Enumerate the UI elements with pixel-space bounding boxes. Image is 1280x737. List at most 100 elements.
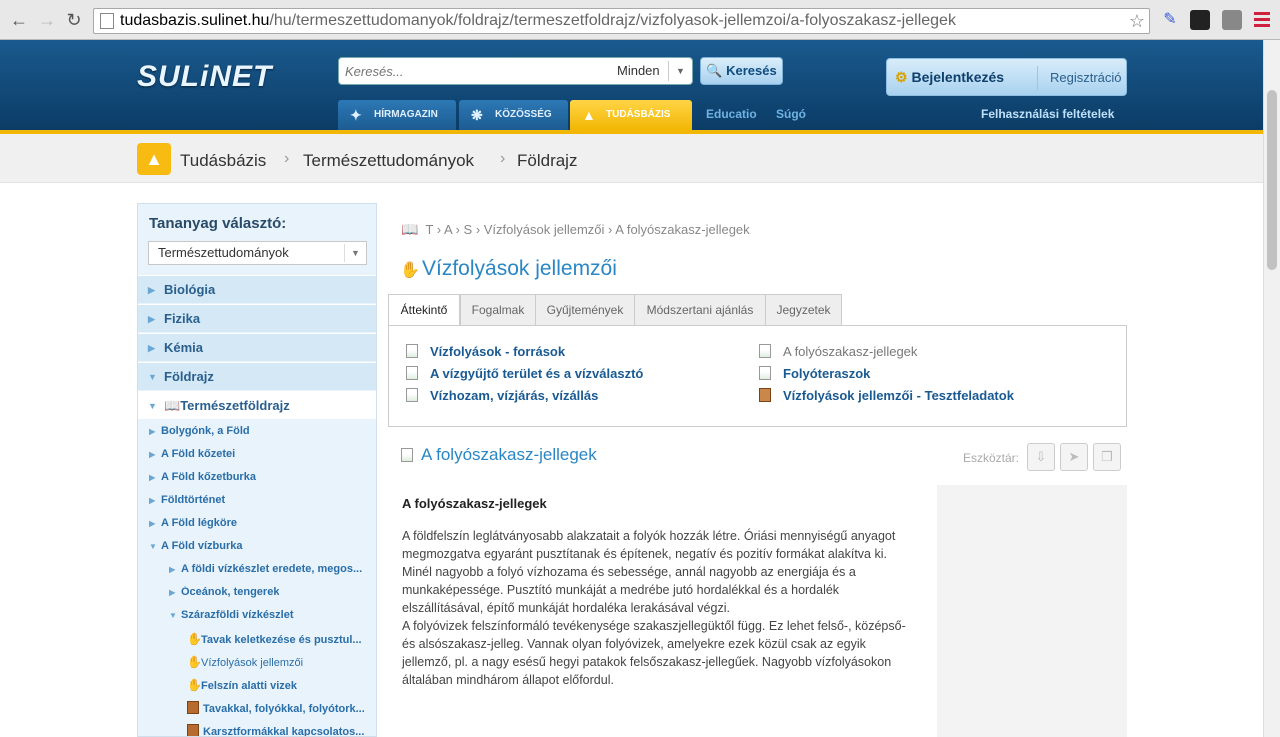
register-link[interactable]: Regisztráció bbox=[1050, 70, 1122, 85]
article-body: A folyószakasz-jellegek A földfelszín le… bbox=[402, 495, 907, 689]
page-title-text: Vízfolyások jellemzői bbox=[422, 257, 617, 280]
chevron-down-icon[interactable]: ▼ bbox=[344, 244, 366, 262]
triangle-right-icon: ▶ bbox=[148, 314, 155, 324]
content-crumb[interactable]: S bbox=[464, 222, 473, 237]
toolbar-label: Eszköztár: bbox=[963, 451, 1020, 465]
chevron-down-icon[interactable]: ▼ bbox=[668, 61, 692, 81]
lesson-link[interactable]: Vízfolyások jellemzői - Tesztfeladatok bbox=[759, 388, 1014, 403]
sidebar-item-termeszetfoldrajz[interactable]: ▼ 📖Természetföldrajz bbox=[138, 391, 376, 419]
tab-kozosseg-label: KÖZÖSSÉG bbox=[495, 109, 552, 120]
side-panel bbox=[937, 485, 1127, 737]
sidebar-item-oceanok[interactable]: ▶ Óceánok, tengerek bbox=[169, 586, 279, 598]
tab-modszertani[interactable]: Módszertani ajánlás bbox=[634, 294, 766, 326]
address-bar[interactable]: tudasbazis.sulinet.hu/hu/termeszettudoma… bbox=[93, 8, 1150, 34]
bookmark-star-icon[interactable]: ☆ bbox=[1129, 9, 1145, 33]
sidebar-item-tavakkal[interactable]: Tavakkal, folyókkal, folyótork... bbox=[187, 701, 375, 715]
sidebar-item-kemia[interactable]: ▶ Kémia bbox=[138, 333, 376, 361]
breadcrumb-item-foldrajz[interactable]: Földrajz bbox=[517, 151, 577, 171]
sidebar-item-kozetburka[interactable]: ▶ A Föld kőzetburka bbox=[149, 471, 256, 483]
lesson-link[interactable]: Folyóteraszok bbox=[759, 366, 870, 381]
article-paragraph: A földfelszín leglátványosabb alakzatait… bbox=[402, 529, 896, 561]
article-title-text: A folyószakasz-jellegek bbox=[421, 445, 597, 464]
content-crumb[interactable]: T bbox=[425, 222, 433, 237]
sidebar-item-label: Biológia bbox=[164, 282, 216, 297]
key-icon: ⚙ bbox=[895, 69, 908, 85]
list-item: Karsztformákkal kapcsolatos... bbox=[203, 726, 365, 737]
page-title: ✋Vízfolyások jellemzői bbox=[400, 257, 617, 281]
sidebar-item-bolygonk[interactable]: ▶ Bolygónk, a Föld bbox=[149, 425, 250, 437]
triangle-right-icon: ▶ bbox=[148, 343, 155, 353]
article-heading: A folyószakasz-jellegek bbox=[402, 496, 547, 511]
terms-link[interactable]: Felhasználási feltételek bbox=[981, 107, 1114, 121]
list-item: A Föld kőzetburka bbox=[161, 471, 256, 483]
sidebar-item-foldtortenet[interactable]: ▶ Földtörténet bbox=[149, 494, 225, 506]
breadcrumb-item-tudasbazis[interactable]: Tudásbázis bbox=[180, 151, 266, 171]
search-scope-select[interactable]: Minden bbox=[617, 63, 660, 78]
sidebar-item-legkore[interactable]: ▶ A Föld légköre bbox=[149, 517, 237, 529]
sidebar-item-karszt[interactable]: Karsztformákkal kapcsolatos... bbox=[187, 724, 375, 737]
lesson-link[interactable]: A vízgyűjtő terület és a vízválasztó bbox=[406, 366, 643, 381]
browser-toolbar: ← → ↻ tudasbazis.sulinet.hu/hu/termeszet… bbox=[0, 0, 1280, 40]
lesson-link[interactable]: Vízfolyások - források bbox=[406, 344, 565, 359]
document-icon bbox=[406, 366, 418, 380]
sidebar-item-fizika[interactable]: ▶ Fizika bbox=[138, 304, 376, 332]
sidebar-item-kozetei[interactable]: ▶ A Föld kőzetei bbox=[149, 448, 235, 460]
triangle-right-icon: ▶ bbox=[148, 285, 155, 295]
login-button[interactable]: ⚙ Bejelentkezés bbox=[895, 69, 1004, 86]
login-box: ⚙ Bejelentkezés Regisztráció bbox=[886, 58, 1127, 96]
list-item: A Föld légköre bbox=[161, 517, 237, 529]
tab-tudasbazis[interactable]: ▲ TUDÁSBÁZIS bbox=[570, 100, 692, 130]
book-icon bbox=[759, 388, 771, 402]
magazin-icon: ✦ bbox=[350, 107, 362, 123]
tab-jegyzetek[interactable]: Jegyzetek bbox=[765, 294, 842, 326]
search-input[interactable] bbox=[345, 62, 595, 80]
sidebar: Tananyag választó: Természettudományok ▼… bbox=[137, 203, 377, 737]
sidebar-item-felszin-alatti[interactable]: ✋Felszín alatti vizek bbox=[187, 678, 375, 692]
breadcrumb-item-termeszettudomanyok[interactable]: Természettudományok bbox=[303, 151, 474, 171]
sulinet-logo[interactable]: SULiNET bbox=[137, 60, 272, 94]
sidebar-item-foldrajz[interactable]: ▼ Földrajz bbox=[138, 362, 376, 390]
nav-link-sugo[interactable]: Súgó bbox=[776, 107, 806, 121]
content-crumb[interactable]: A bbox=[444, 222, 452, 237]
extension-icon[interactable]: ✎ bbox=[1160, 10, 1180, 30]
forward-icon[interactable]: → bbox=[36, 9, 58, 31]
overview-panel: Vízfolyások - források A vízgyűjtő terül… bbox=[388, 325, 1127, 427]
page-scrollbar[interactable] bbox=[1263, 40, 1280, 737]
download-icon: ⇩ bbox=[1035, 449, 1047, 464]
tab-hirmagazin[interactable]: ✦ HÍRMAGAZIN bbox=[338, 100, 456, 130]
lesson-link-current: A folyószakasz-jellegek bbox=[759, 344, 917, 359]
extension-icon-3[interactable] bbox=[1222, 10, 1242, 30]
back-icon[interactable]: ← bbox=[8, 9, 30, 31]
scrollbar-thumb[interactable] bbox=[1267, 90, 1277, 270]
nav-link-educatio[interactable]: Educatio bbox=[706, 107, 757, 121]
tab-gyujtemenyek[interactable]: Gyűjtemények bbox=[535, 294, 635, 326]
url-host: tudasbazis.sulinet.hu bbox=[120, 12, 270, 29]
menu-icon[interactable] bbox=[1254, 12, 1270, 28]
content-breadcrumb: 📖 T › A › S › Vízfolyások jellemzői › A … bbox=[401, 221, 750, 237]
sidebar-item-vizburka[interactable]: ▼ A Föld vízburka bbox=[149, 540, 243, 552]
sidebar-item-szarazfoldi[interactable]: ▼ Szárazföldi vízkészlet bbox=[169, 609, 294, 621]
sidebar-item-tavak[interactable]: ✋Tavak keletkezése és pusztul... bbox=[187, 632, 375, 646]
lesson-link-label: Vízhozam, vízjárás, vízállás bbox=[430, 388, 599, 403]
tab-kozosseg[interactable]: ❋ KÖZÖSSÉG bbox=[459, 100, 568, 130]
sidebar-item-biologia[interactable]: ▶ Biológia bbox=[138, 275, 376, 303]
list-item: A földi vízkészlet eredete, megos... bbox=[181, 563, 363, 575]
sidebar-item-label: Fizika bbox=[164, 311, 201, 326]
extension-icon-2[interactable] bbox=[1190, 10, 1210, 30]
tab-tudasbazis-label: TUDÁSBÁZIS bbox=[606, 109, 671, 120]
triangle-down-icon: ▼ bbox=[169, 611, 177, 620]
subject-select[interactable]: Természettudományok ▼ bbox=[148, 241, 367, 265]
tab-fogalmak[interactable]: Fogalmak bbox=[460, 294, 536, 326]
content-crumb[interactable]: Vízfolyások jellemzői bbox=[484, 222, 605, 237]
search-button[interactable]: 🔍 Keresés bbox=[700, 57, 783, 85]
sidebar-item-vizfolyasok[interactable]: ✋Vízfolyások jellemzői bbox=[187, 655, 375, 669]
tab-attekinto[interactable]: Áttekintő bbox=[388, 294, 460, 326]
download-button[interactable]: ⇩ bbox=[1027, 443, 1055, 471]
bookmark-button[interactable]: ❒ bbox=[1093, 443, 1121, 471]
reload-icon[interactable]: ↻ bbox=[63, 9, 85, 31]
share-button[interactable]: ➤ bbox=[1060, 443, 1088, 471]
sidebar-item-vizkeszlet-eredete[interactable]: ▶ A földi vízkészlet eredete, megos... bbox=[169, 563, 374, 575]
lesson-link[interactable]: Vízhozam, vízjárás, vízállás bbox=[406, 388, 598, 403]
triangle-right-icon: ▶ bbox=[169, 588, 176, 597]
document-icon bbox=[759, 366, 771, 380]
